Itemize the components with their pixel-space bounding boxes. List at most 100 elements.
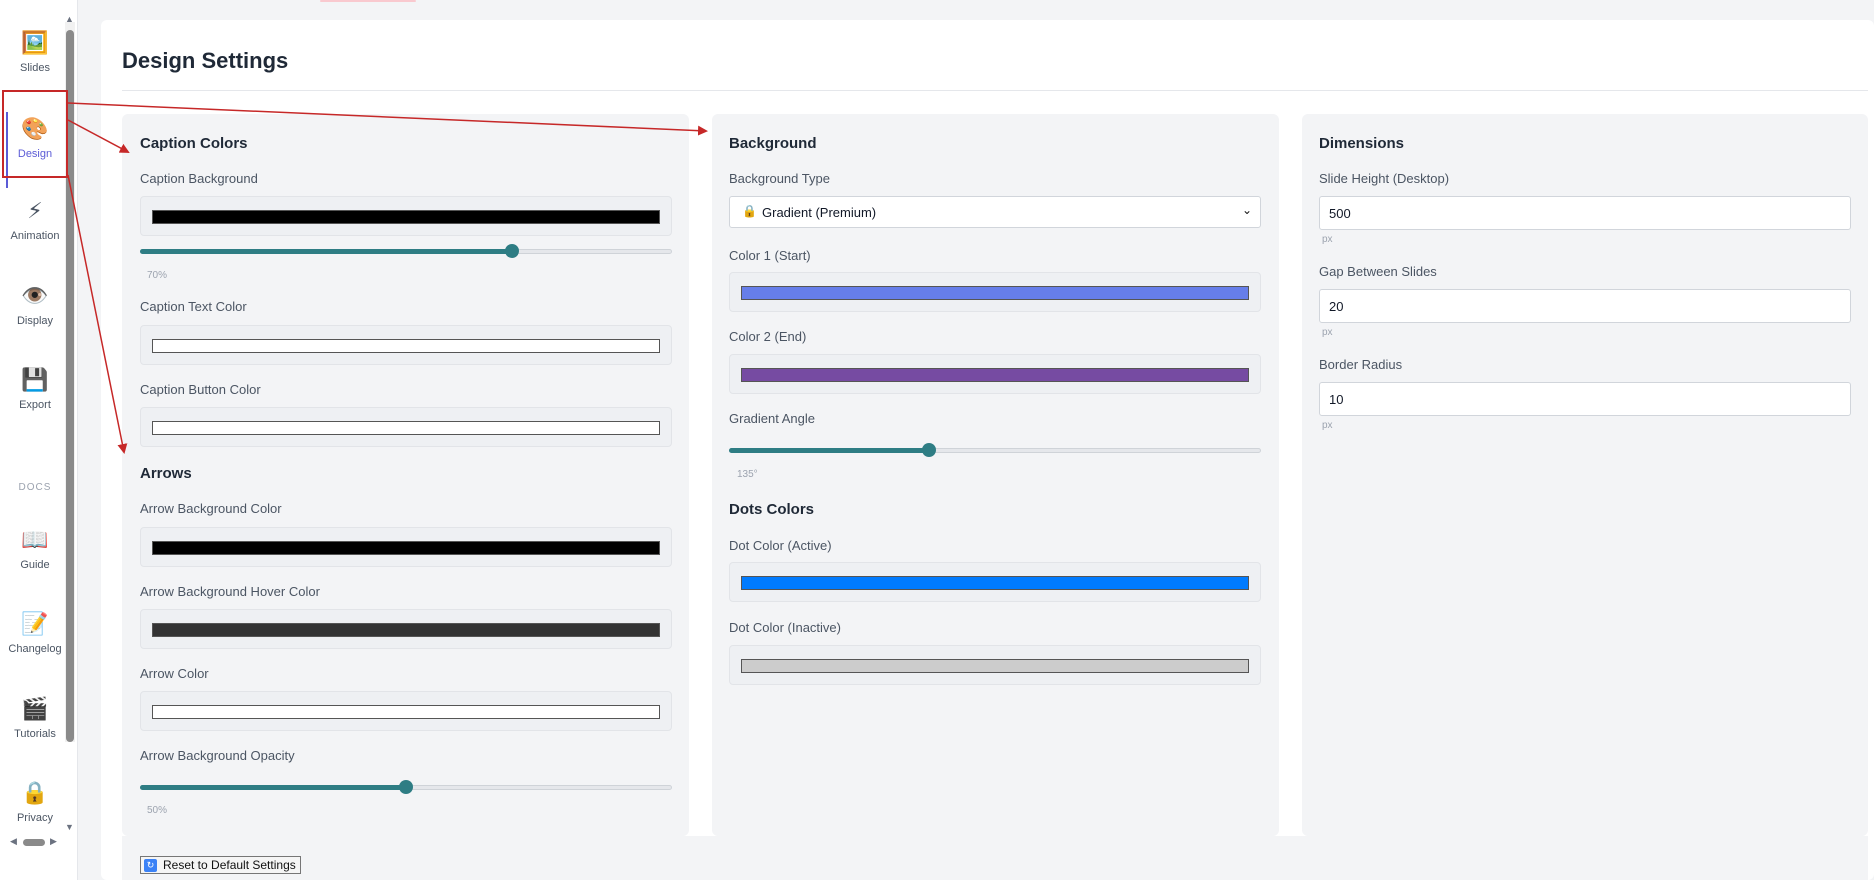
sidebar-item-label: Tutorials xyxy=(14,728,56,740)
section-title-dimensions: Dimensions xyxy=(1319,135,1405,152)
arrow-background-color-picker[interactable] xyxy=(140,527,672,567)
color-swatch xyxy=(152,541,660,555)
section-title-background: Background xyxy=(729,135,817,152)
scroll-down-icon[interactable]: ▼ xyxy=(65,822,74,832)
sidebar-item-slides[interactable]: 🖼️ Slides xyxy=(0,30,70,74)
arrow-background-opacity-label: Arrow Background Opacity xyxy=(140,748,295,763)
color-swatch xyxy=(741,576,1249,590)
chevron-down-icon: ⌄ xyxy=(1241,203,1252,217)
sidebar-item-label: Privacy xyxy=(16,812,54,824)
lock-icon: 🔒 xyxy=(742,204,757,218)
background-type-label: Background Type xyxy=(729,171,830,186)
color-swatch xyxy=(741,659,1249,673)
arrow-background-hover-color-label: Arrow Background Hover Color xyxy=(140,584,320,599)
slide-height-unit: px xyxy=(1322,234,1333,245)
sidebar-item-guide[interactable]: 📖 Guide xyxy=(0,527,70,571)
footer-bar xyxy=(122,836,1868,880)
scroll-up-icon[interactable]: ▲ xyxy=(65,14,74,24)
arrow-opacity-value: 50% xyxy=(147,805,168,816)
arrow-color-picker[interactable] xyxy=(140,691,672,731)
section-title-dots-colors: Dots Colors xyxy=(729,501,815,518)
horizontal-scrollbar-thumb[interactable] xyxy=(23,839,45,846)
sidebar-item-label: Changelog xyxy=(8,643,62,655)
caption-opacity-value: 70% xyxy=(147,270,168,281)
sidebar: 🖼️ Slides 🎨 Design ⚡ Animation 👁️ Displa… xyxy=(0,0,78,880)
color-swatch xyxy=(152,623,660,637)
border-radius-input[interactable] xyxy=(1319,382,1851,416)
section-title-arrows: Arrows xyxy=(140,465,192,482)
sidebar-item-animation[interactable]: ⚡ Animation xyxy=(0,198,70,242)
gap-unit: px xyxy=(1322,327,1333,338)
color-swatch xyxy=(152,210,660,224)
reset-defaults-button[interactable]: ↻ Reset to Default Settings xyxy=(140,856,301,874)
memo-icon: 📝 xyxy=(21,611,49,636)
color-swatch xyxy=(152,705,660,719)
color-swatch xyxy=(152,339,660,353)
dot-active-color-picker[interactable] xyxy=(729,562,1261,602)
color-swatch xyxy=(152,421,660,435)
sidebar-item-label: Guide xyxy=(20,559,50,571)
border-radius-unit: px xyxy=(1322,420,1333,431)
caption-opacity-slider[interactable] xyxy=(140,243,672,259)
lock-icon: 🔒 xyxy=(21,780,49,805)
background-type-select[interactable]: 🔒 Gradient (Premium) ⌄ xyxy=(729,196,1261,228)
image-icon: 🖼️ xyxy=(21,30,49,55)
color1-picker[interactable] xyxy=(729,272,1261,312)
arrow-opacity-slider[interactable] xyxy=(140,779,672,795)
caption-background-color-picker[interactable] xyxy=(140,196,672,236)
top-accent-bar xyxy=(320,0,416,2)
sidebar-item-tutorials[interactable]: 🎬 Tutorials xyxy=(0,696,70,740)
page-title: Design Settings xyxy=(122,48,289,73)
dot-inactive-color-picker[interactable] xyxy=(729,645,1261,685)
clapper-icon: 🎬 xyxy=(21,696,49,721)
color2-picker[interactable] xyxy=(729,354,1261,394)
slide-height-input[interactable] xyxy=(1319,196,1851,230)
color2-label: Color 2 (End) xyxy=(729,329,807,344)
refresh-icon: ↻ xyxy=(144,859,157,872)
caption-button-color-label: Caption Button Color xyxy=(140,382,261,397)
arrow-background-color-label: Arrow Background Color xyxy=(140,501,282,516)
annotation-highlight-box xyxy=(2,90,68,178)
caption-text-color-label: Caption Text Color xyxy=(140,299,247,314)
gap-input[interactable] xyxy=(1319,289,1851,323)
sidebar-item-privacy[interactable]: 🔒 Privacy xyxy=(0,780,70,824)
gradient-angle-label: Gradient Angle xyxy=(729,411,816,426)
border-radius-label: Border Radius xyxy=(1319,357,1403,372)
slider-fill xyxy=(729,448,929,453)
sidebar-item-display[interactable]: 👁️ Display xyxy=(0,283,70,327)
gap-label: Gap Between Slides xyxy=(1319,264,1437,279)
slide-height-label: Slide Height (Desktop) xyxy=(1319,171,1450,186)
slider-handle[interactable] xyxy=(921,443,936,457)
horizontal-scrollbar[interactable]: ◀ ▶ xyxy=(10,836,60,848)
arrow-background-hover-color-picker[interactable] xyxy=(140,609,672,649)
sidebar-item-changelog[interactable]: 📝 Changelog xyxy=(0,611,70,655)
sidebar-item-label: Animation xyxy=(10,230,60,242)
slider-handle[interactable] xyxy=(399,780,413,794)
color-swatch xyxy=(741,368,1249,382)
reset-defaults-label: Reset to Default Settings xyxy=(163,858,296,872)
slider-handle[interactable] xyxy=(505,244,520,258)
caption-background-label: Caption Background xyxy=(140,171,258,186)
book-icon: 📖 xyxy=(21,527,49,552)
caption-text-color-picker[interactable] xyxy=(140,325,672,365)
slider-fill xyxy=(140,785,406,790)
sidebar-item-export[interactable]: 💾 Export xyxy=(0,367,70,411)
arrow-color-label: Arrow Color xyxy=(140,666,209,681)
docs-section-label: DOCS xyxy=(18,482,52,493)
color1-label: Color 1 (Start) xyxy=(729,248,811,263)
gradient-angle-slider[interactable] xyxy=(729,442,1261,458)
scroll-right-icon[interactable]: ▶ xyxy=(50,836,57,847)
sidebar-item-label: Display xyxy=(16,315,54,327)
scroll-left-icon[interactable]: ◀ xyxy=(10,836,17,847)
gradient-angle-value: 135° xyxy=(737,469,758,480)
eye-icon: 👁️ xyxy=(21,283,49,308)
sidebar-item-label: Slides xyxy=(20,62,50,74)
dot-inactive-label: Dot Color (Inactive) xyxy=(729,620,841,635)
divider xyxy=(122,90,1868,91)
slider-fill xyxy=(140,249,513,254)
dot-active-label: Dot Color (Active) xyxy=(729,538,832,553)
sidebar-item-label: Export xyxy=(19,399,51,411)
lightning-icon: ⚡ xyxy=(27,198,43,223)
caption-button-color-picker[interactable] xyxy=(140,407,672,447)
background-type-selected: Gradient (Premium) xyxy=(762,205,877,220)
